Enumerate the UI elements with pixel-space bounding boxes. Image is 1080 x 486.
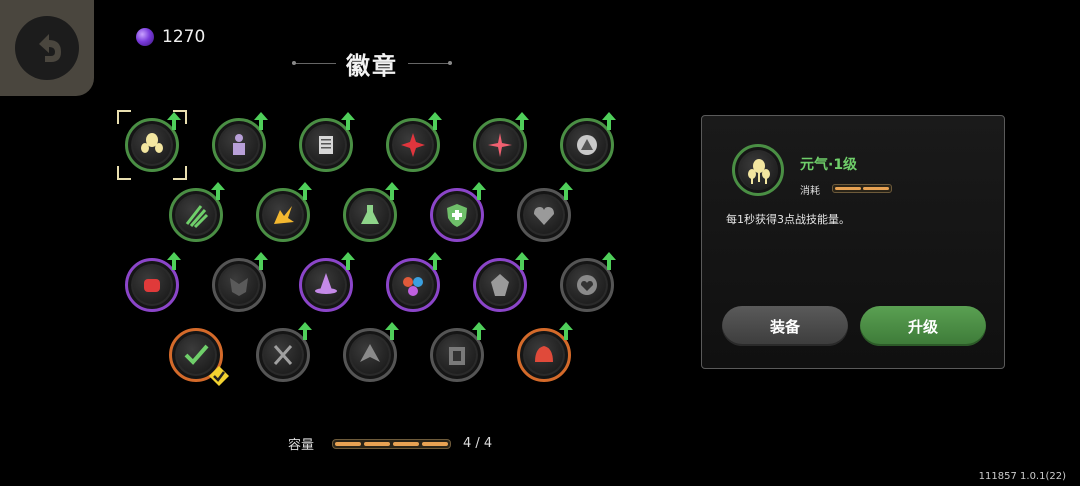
badge-slot-b5[interactable]: [473, 112, 529, 172]
heart-coin-icon: [568, 266, 606, 304]
upgrade-arrow-icon: [602, 252, 616, 270]
shield-plus-icon: [438, 196, 476, 234]
burst-icon: [264, 196, 302, 234]
heart-icon: [525, 196, 563, 234]
capacity-label: 容量: [288, 438, 315, 453]
badge-name: 元气·1级: [800, 157, 858, 173]
upgrade-arrow-icon: [559, 322, 573, 340]
red-sparkle-icon: [481, 126, 519, 164]
badge-description: 每1秒获得3点战技能量。: [726, 213, 850, 226]
badge-slot-b3[interactable]: [299, 112, 355, 172]
scroll-icon: [307, 126, 345, 164]
badge-slot-b2[interactable]: [212, 112, 268, 172]
badge-slot-b15[interactable]: [386, 252, 442, 312]
cost-label: 消耗: [800, 186, 820, 197]
badge-slot-b18[interactable]: [169, 328, 229, 386]
capacity-bar: [332, 438, 452, 449]
badge-slot-b13[interactable]: [212, 252, 268, 312]
badge-slot-b9[interactable]: [343, 182, 399, 242]
upgrade-arrow-icon: [602, 112, 616, 130]
upgrade-arrow-icon: [298, 322, 312, 340]
flask-icon: [351, 196, 389, 234]
badge-slot-b20[interactable]: [343, 322, 399, 382]
upgrade-arrow-icon: [385, 182, 399, 200]
back-arrow-icon: [15, 16, 79, 80]
equip-button[interactable]: 装备: [722, 306, 848, 346]
green-claws-icon: [177, 196, 215, 234]
badge-slot-b21[interactable]: [430, 322, 486, 382]
upgrade-arrow-icon: [559, 182, 573, 200]
upgrade-arrow-icon: [385, 322, 399, 340]
upgrade-arrow-icon: [254, 252, 268, 270]
cost-bar: [832, 184, 892, 193]
badge-slot-b19[interactable]: [256, 322, 312, 382]
badge-slot-b6[interactable]: [560, 112, 616, 172]
version-label: 111857 1.0.1(22): [978, 471, 1066, 482]
badge-slot-b7[interactable]: [169, 182, 225, 242]
upgrade-arrow-icon: [428, 252, 442, 270]
detail-badge-icon: [732, 144, 784, 196]
witch-hat-icon: [307, 266, 345, 304]
badge-slot-b8[interactable]: [256, 182, 312, 242]
gate-icon: [438, 336, 476, 374]
badge-slot-b17[interactable]: [560, 252, 616, 312]
upgrade-arrow-icon: [211, 182, 225, 200]
equipped-check-icon: [209, 366, 229, 386]
upgrade-button[interactable]: 升级: [860, 306, 986, 346]
upgrade-arrow-icon: [515, 252, 529, 270]
arrowhead-icon: [351, 336, 389, 374]
dark-mask-icon: [220, 266, 258, 304]
page-title-text: 徽章: [346, 52, 398, 80]
tri-swirl-icon: [394, 266, 432, 304]
badge-detail-panel: 元气·1级 消耗 每1秒获得3点战技能量。 装备 升级: [701, 115, 1005, 369]
currency-display: 1270: [136, 27, 205, 47]
upgrade-arrow-icon: [472, 322, 486, 340]
badge-slot-b10[interactable]: [430, 182, 486, 242]
red-star-icon: [394, 126, 432, 164]
capacity-count: 4 / 4: [463, 436, 493, 451]
fist-icon: [133, 266, 171, 304]
red-helmet-icon: [525, 336, 563, 374]
badge-slot-b16[interactable]: [473, 252, 529, 312]
upgrade-arrow-icon: [167, 252, 181, 270]
upgrade-arrow-icon: [341, 252, 355, 270]
crystal-icon: [481, 266, 519, 304]
back-button[interactable]: [0, 0, 94, 96]
upgrade-arrow-icon: [428, 112, 442, 130]
upgrade-arrow-icon: [515, 112, 529, 130]
badge-slot-b22[interactable]: [517, 322, 573, 382]
badge-slot-b14[interactable]: [299, 252, 355, 312]
upgrade-arrow-icon: [341, 112, 355, 130]
badge-slot-b11[interactable]: [517, 182, 573, 242]
currency-amount: 1270: [162, 27, 206, 47]
triangle-coin-icon: [568, 126, 606, 164]
pawn-icon: [220, 126, 258, 164]
scissors-icon: [264, 336, 302, 374]
purple-gem-icon: [136, 28, 154, 46]
badge-slot-b12[interactable]: [125, 252, 181, 312]
upgrade-arrow-icon: [254, 112, 268, 130]
capacity-indicator: 容量 4 / 4: [288, 434, 492, 453]
badge-slot-b4[interactable]: [386, 112, 442, 172]
upgrade-arrow-icon: [472, 182, 486, 200]
upgrade-arrow-icon: [298, 182, 312, 200]
page-title: 徽章: [292, 46, 452, 81]
selection-frame: [117, 110, 187, 180]
